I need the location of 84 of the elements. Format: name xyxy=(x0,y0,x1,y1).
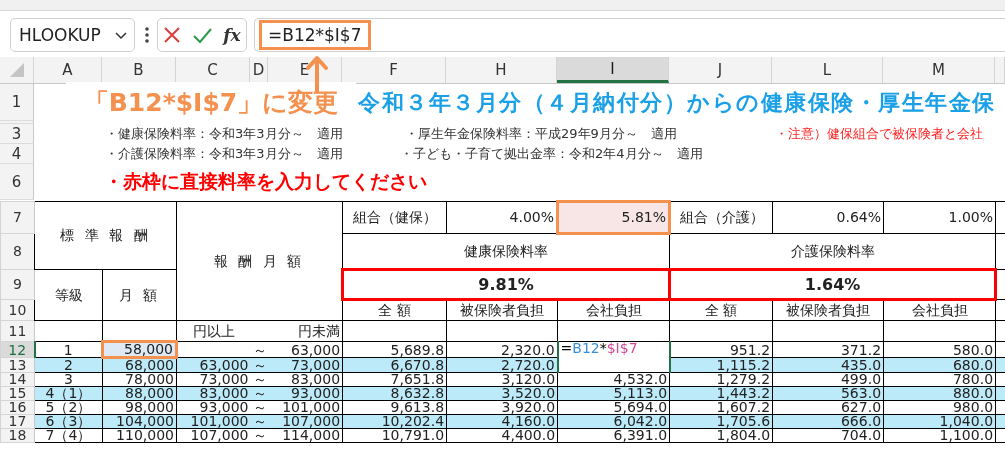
table-cell: 98,000 xyxy=(102,400,177,415)
note-text: ・介護保険料率：令和3年3月分～ 適用 xyxy=(105,145,344,163)
formula-cell[interactable]: =B12*$I$7 xyxy=(557,341,670,373)
table-cell: 704.0 xyxy=(772,428,884,443)
table-cell: ～ xyxy=(250,400,269,415)
table-cell: 980.0 xyxy=(883,400,996,415)
table-cell: 5（2） xyxy=(34,400,103,415)
table-cell: 4,532.0 xyxy=(557,372,670,387)
unit-label: 円未満 xyxy=(268,320,343,342)
column-header[interactable]: I xyxy=(557,57,669,83)
formula-field[interactable]: =B12*$I$7 xyxy=(254,17,1005,52)
rate-cell: 1.00% xyxy=(883,201,996,234)
header-cell: 全 額 xyxy=(669,299,773,321)
table-cell: 7,651.8 xyxy=(342,372,447,387)
header-cell: 報 酬 月 額 xyxy=(176,201,343,321)
column-header[interactable]: L xyxy=(772,57,883,83)
note-text: ・厚生年金保険料率：平成29年9月分～ 適用 xyxy=(405,125,678,143)
rate-total-cell: 9.81% xyxy=(342,269,670,300)
note-text: ・健康保険料率：令和3年3月分～ 適用 xyxy=(105,125,344,143)
table-cell: 63,000 xyxy=(268,341,343,358)
table-cell: 83,000 xyxy=(268,372,343,387)
row-header[interactable]: 7 xyxy=(0,201,35,234)
table-cell: 780.0 xyxy=(883,372,996,387)
header-cell: 標 準 報 酬 xyxy=(34,201,177,270)
sheet-title: 令和３年３月分（４月納付分）からの健康保険・厚生年金保 xyxy=(358,88,996,117)
header-cell: 組合（健保） xyxy=(342,201,447,234)
table-cell: ～ xyxy=(250,428,269,443)
cancel-icon[interactable] xyxy=(163,25,182,44)
column-header[interactable]: J xyxy=(669,57,772,83)
table-cell: 5,694.0 xyxy=(557,400,670,415)
more-options-icon[interactable] xyxy=(145,26,149,43)
column-header[interactable]: M xyxy=(883,57,995,83)
table-cell: 3,120.0 xyxy=(446,372,558,387)
table-cell: 1,279.2 xyxy=(669,372,773,387)
table-cell: 10,791.0 xyxy=(342,428,447,443)
header-cell: 被保険者負担 xyxy=(446,299,558,321)
table-cell: 1,607.2 xyxy=(669,400,773,415)
table-cell: 1,804.0 xyxy=(669,428,773,443)
header-cell: 会社負担 xyxy=(883,299,996,321)
table-cell: 6,391.0 xyxy=(557,428,670,443)
row-header[interactable]: 1 xyxy=(0,84,34,121)
row-header[interactable]: 6 xyxy=(0,164,34,200)
table-cell: 627.0 xyxy=(772,400,884,415)
table-cell: 107,000 xyxy=(176,428,251,443)
table-cell: 101,000 xyxy=(268,400,343,415)
table-cell: 7（4） xyxy=(34,428,103,443)
table-cell: 58,000 xyxy=(102,341,177,358)
table-cell: 3,920.0 xyxy=(446,400,558,415)
row-header[interactable]: 8 xyxy=(0,233,35,270)
table-cell: 2,320.0 xyxy=(446,341,558,358)
instruction-text: ・赤枠に直接料率を入力してください xyxy=(104,169,427,194)
table-cell: 9,613.8 xyxy=(342,400,447,415)
table-cell: 951.2 xyxy=(669,341,773,358)
row-header[interactable]: 3 xyxy=(0,124,34,144)
table-cell: ～ xyxy=(250,341,269,358)
table-cell: ～ xyxy=(250,372,269,387)
header-cell: 全 額 xyxy=(342,299,447,321)
header-cell: 組合（介護） xyxy=(669,201,773,234)
table-cell: 371.2 xyxy=(772,341,884,358)
unit-label: 円以上 xyxy=(176,320,251,342)
warning-note: ・注意）健保組合で被保険者と会社 xyxy=(775,125,983,143)
rate-total-cell: 1.64% xyxy=(669,269,996,300)
note-text: ・子ども・子育て拠出金率：令和2年4月分～ 適用 xyxy=(400,145,704,163)
table-cell: 5,689.8 xyxy=(342,341,447,358)
row-header[interactable]: 10 xyxy=(0,299,35,321)
table-cell: 93,000 xyxy=(176,400,251,415)
rate-cell: 0.64% xyxy=(772,201,884,234)
table-cell: 78,000 xyxy=(102,372,177,387)
table-cell: 580.0 xyxy=(883,341,996,358)
row-header[interactable]: 9 xyxy=(0,269,35,300)
table-cell: 499.0 xyxy=(772,372,884,387)
table-cell: 114,000 xyxy=(268,428,343,443)
name-box[interactable]: HLOOKUP xyxy=(10,17,135,52)
table-cell: 4,400.0 xyxy=(446,428,558,443)
header-cell: 会社負担 xyxy=(557,299,670,321)
rate-cell: 5.81% xyxy=(557,201,670,234)
table-cell: 3 xyxy=(34,372,103,387)
header-cell: 被保険者負担 xyxy=(772,299,884,321)
table-cell: 1,100.0 xyxy=(883,428,996,443)
row-header[interactable]: 4 xyxy=(0,144,34,164)
row-header[interactable]: 11 xyxy=(0,320,35,342)
table-cell: 110,000 xyxy=(102,428,177,443)
insert-function-button[interactable]: fx xyxy=(223,24,241,45)
table-cell: 73,000 xyxy=(176,372,251,387)
